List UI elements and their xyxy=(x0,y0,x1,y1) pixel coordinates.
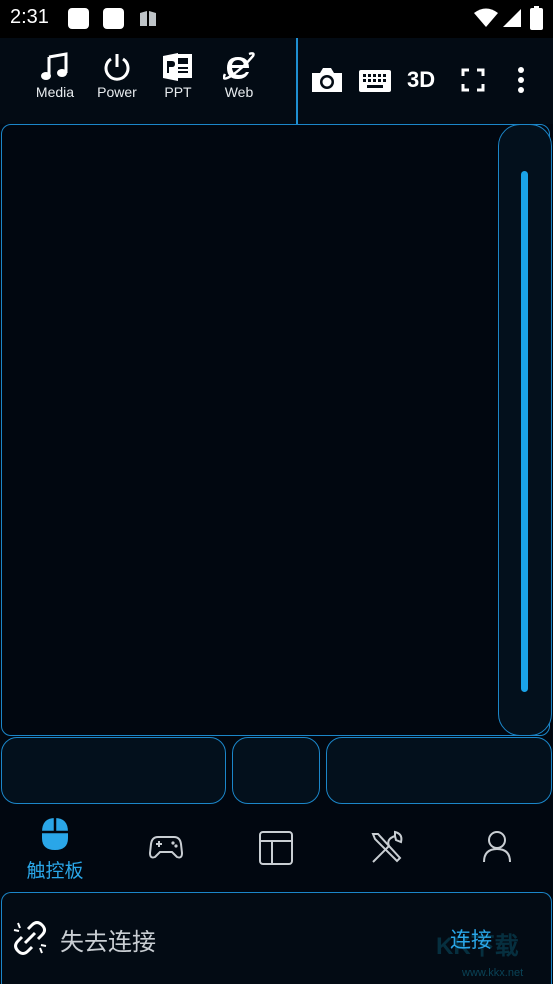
middle-click-button[interactable] xyxy=(232,737,320,804)
internet-explorer-icon xyxy=(223,52,255,80)
wifi-icon xyxy=(474,8,498,27)
cellular-icon xyxy=(503,9,521,27)
keyboard-icon[interactable] xyxy=(358,69,392,93)
media-button[interactable]: Media xyxy=(26,52,84,100)
connection-status: 失去连接 xyxy=(60,928,156,956)
fullscreen-icon[interactable] xyxy=(461,68,485,92)
web-button[interactable]: Web xyxy=(210,52,268,100)
3d-mode-button[interactable]: 3D xyxy=(407,67,435,93)
mouse-icon xyxy=(42,818,68,850)
broken-link-icon xyxy=(13,921,47,955)
media-label: Media xyxy=(35,84,75,100)
more-vertical-icon[interactable] xyxy=(516,67,526,93)
powerpoint-icon xyxy=(163,53,192,81)
power-button[interactable]: Power xyxy=(88,52,146,100)
nav-layout[interactable] xyxy=(236,830,316,866)
nav-user[interactable] xyxy=(457,830,537,864)
nav-touchpad-label: 触控板 xyxy=(26,860,84,882)
layout-icon xyxy=(259,831,293,865)
status-time: 2:31 xyxy=(10,6,49,28)
connect-button[interactable]: 连接 xyxy=(450,924,492,954)
ppt-label: PPT xyxy=(164,84,192,100)
web-label: Web xyxy=(224,84,254,100)
nav-touchpad[interactable]: 触控板 xyxy=(15,816,95,883)
power-label: Power xyxy=(97,84,137,100)
bottom-nav: 触控板 xyxy=(0,806,553,890)
ppt-button[interactable]: PPT xyxy=(149,52,207,100)
gamepad-icon xyxy=(149,836,183,859)
right-click-button[interactable] xyxy=(326,737,552,804)
touchpad-area[interactable] xyxy=(1,124,550,736)
music-note-icon xyxy=(41,52,68,80)
tools-icon xyxy=(371,830,403,863)
notification-square-icon xyxy=(103,8,124,29)
watermark-url: www.kkx.net xyxy=(462,967,524,979)
book-icon xyxy=(140,11,156,26)
status-bar: 2:31 xyxy=(0,0,553,38)
scroll-wheel-indicator xyxy=(521,171,528,692)
left-click-button[interactable] xyxy=(1,737,226,804)
toolbar: Media Power PPT Web 3D xyxy=(0,38,553,124)
user-icon xyxy=(483,831,511,863)
nav-tools[interactable] xyxy=(347,830,427,866)
battery-icon xyxy=(530,6,543,30)
notification-square-icon xyxy=(68,8,89,29)
toolbar-divider xyxy=(296,38,298,124)
nav-gamepad[interactable] xyxy=(126,834,206,860)
power-icon xyxy=(104,54,130,81)
camera-icon[interactable] xyxy=(310,66,344,94)
